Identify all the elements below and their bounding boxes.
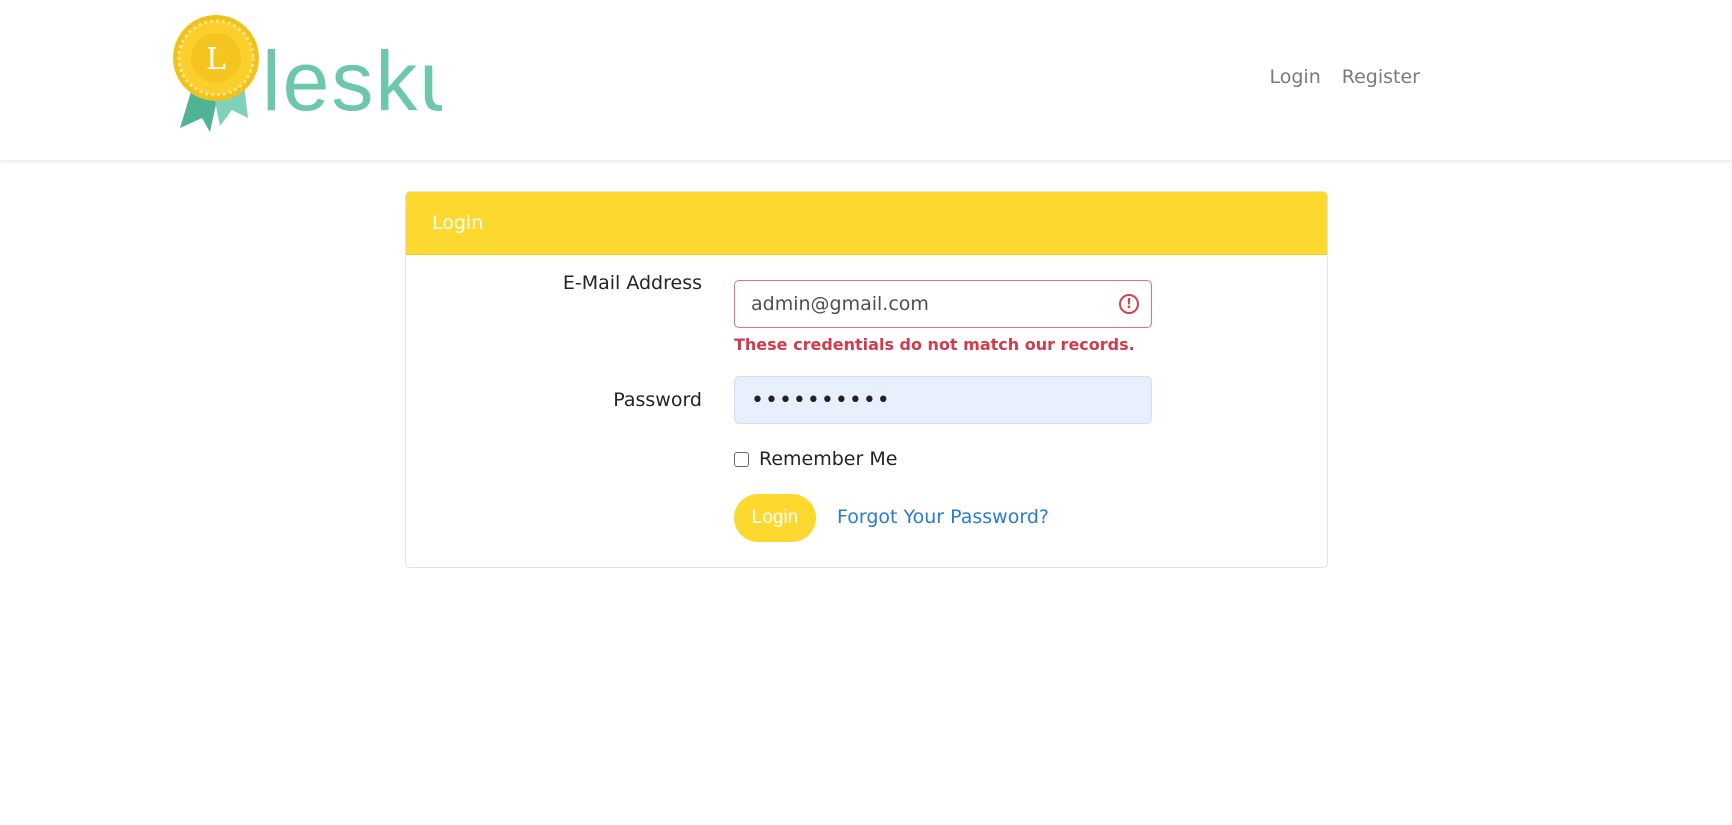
nav-login-link[interactable]: Login	[1270, 66, 1321, 88]
password-value: ••••••••••	[751, 387, 891, 413]
nav-register-link[interactable]: Register	[1342, 66, 1420, 88]
exclamation-circle-icon: !	[1119, 294, 1139, 314]
password-label: Password	[613, 389, 702, 411]
svg-text:lesku: lesku	[262, 34, 442, 128]
navbar: L lesku Login Register	[0, 0, 1732, 161]
login-button[interactable]: Login	[734, 494, 816, 542]
login-card: Login E-Mail Address admin@gmail.com ! T…	[405, 191, 1328, 568]
email-error-message: These credentials do not match our recor…	[734, 335, 1135, 354]
card-header: Login	[406, 192, 1327, 255]
email-field[interactable]: admin@gmail.com !	[734, 280, 1152, 328]
remember-me-label: Remember Me	[759, 448, 898, 470]
email-label: E-Mail Address	[562, 272, 702, 294]
remember-me-checkbox[interactable]	[734, 451, 749, 467]
password-field[interactable]: ••••••••••	[734, 376, 1152, 424]
forgot-password-link[interactable]: Forgot Your Password?	[837, 506, 1049, 528]
email-value: admin@gmail.com	[751, 293, 929, 315]
nav-links: Login Register	[1270, 66, 1421, 88]
remember-me[interactable]: Remember Me	[734, 448, 897, 470]
lesku-logo: L lesku	[173, 15, 442, 132]
svg-text:L: L	[206, 42, 226, 77]
brand-logo[interactable]: L lesku	[172, 14, 442, 134]
